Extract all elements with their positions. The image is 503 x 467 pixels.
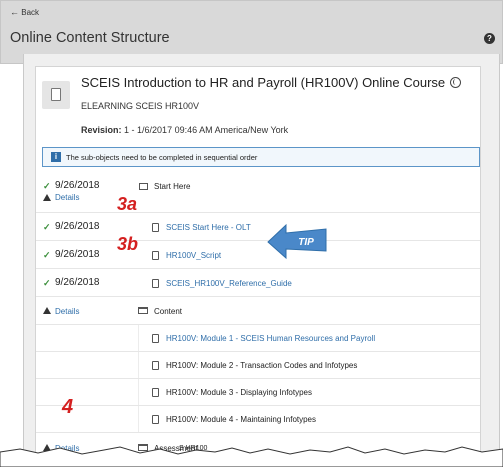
completion-date: 9/26/2018 [55,249,100,260]
item-link[interactable]: SCEIS Start Here - OLT [166,223,251,232]
completion-date: 9/26/2018 [55,180,100,191]
document-icon [152,251,159,260]
tip-label: TIP [298,237,314,248]
info-icon: i [51,152,61,162]
completion-date: 9/26/2018 [55,221,100,232]
back-link[interactable]: ← Back [10,7,39,17]
details-link[interactable]: Details [55,307,79,316]
envelope-icon [139,183,148,190]
module-link[interactable]: HR100V: Module 1 - SCEIS Human Resources… [166,334,375,343]
warning-icon [43,307,51,314]
module-label: HR100V: Module 4 - Maintaining Infotypes [166,415,317,424]
callout-4: 4 [62,396,74,418]
check-icon: ✓ [43,250,51,260]
globe-icon[interactable] [450,77,462,88]
document-icon [152,279,159,288]
sequential-order-notice: i The sub-objects need to be completed i… [42,147,480,167]
module-row: HR100V: Module 2 - Transaction Codes and… [36,352,480,379]
list-item: ✓ 9/26/2018 SCEIS Start Here - OLT [36,213,480,241]
list-item: ✓ 9/26/2018 Details Start Here [36,175,480,213]
course-title-text: SCEIS Introduction to HR and Payroll (HR… [81,75,446,90]
torn-edge: S HR100 [0,445,503,467]
page: ← Back Online Content Structure ? SCEIS … [0,0,503,467]
section-label: Content [154,307,183,316]
tip-arrow-icon: TIP [267,223,327,260]
module-label: HR100V: Module 2 - Transaction Codes and… [166,361,358,370]
revision-label: Revision: [81,125,122,135]
content-section-row: Details Content [36,297,480,325]
item-label: Start Here [154,182,191,191]
document-icon [152,388,159,397]
warning-icon [43,194,51,201]
list-item: ✓ 9/26/2018 HR100V_Script [36,241,480,269]
details-link[interactable]: Details [55,193,79,202]
document-icon [152,361,159,370]
callout-3a: 3a [117,194,138,214]
module-label: HR100V: Module 3 - Displaying Infotypes [166,388,312,397]
course-code: ELEARNING SCEIS HR100V [81,101,200,111]
back-label: Back [21,8,40,17]
revision-info: Revision: 1 - 1/6/2017 09:46 AM America/… [81,125,288,135]
notice-text: The sub-objects need to be completed in … [66,153,258,162]
page-title: Online Content Structure [10,30,170,46]
module-row: HR100V: Module 1 - SCEIS Human Resources… [36,325,480,352]
back-arrow-icon: ← [10,7,19,17]
help-icon[interactable]: ? [484,33,495,44]
content-structure-card: SCEIS Introduction to HR and Payroll (HR… [35,66,481,467]
course-title: SCEIS Introduction to HR and Payroll (HR… [81,75,462,90]
partial-assessment-label: S HR100 [179,445,208,452]
list-item: ✓ 9/26/2018 SCEIS_HR100V_Reference_Guide [36,269,480,297]
module-row: HR100V: Module 3 - Displaying Infotypes [36,379,480,406]
check-icon: ✓ [43,181,51,191]
check-icon: ✓ [43,278,51,288]
item-link[interactable]: SCEIS_HR100V_Reference_Guide [166,279,292,288]
folder-icon [138,307,148,314]
check-icon: ✓ [43,222,51,232]
course-document-icon [42,81,70,109]
document-icon [152,415,159,424]
completion-date: 9/26/2018 [55,277,100,288]
document-icon [152,334,159,343]
item-link[interactable]: HR100V_Script [166,251,221,260]
revision-value: 1 - 1/6/2017 09:46 AM America/New York [124,125,289,135]
callout-3b: 3b [117,234,139,254]
document-icon [152,223,159,232]
module-row: HR100V: Module 4 - Maintaining Infotypes [36,406,480,433]
content-panel: SCEIS Introduction to HR and Payroll (HR… [23,54,500,467]
